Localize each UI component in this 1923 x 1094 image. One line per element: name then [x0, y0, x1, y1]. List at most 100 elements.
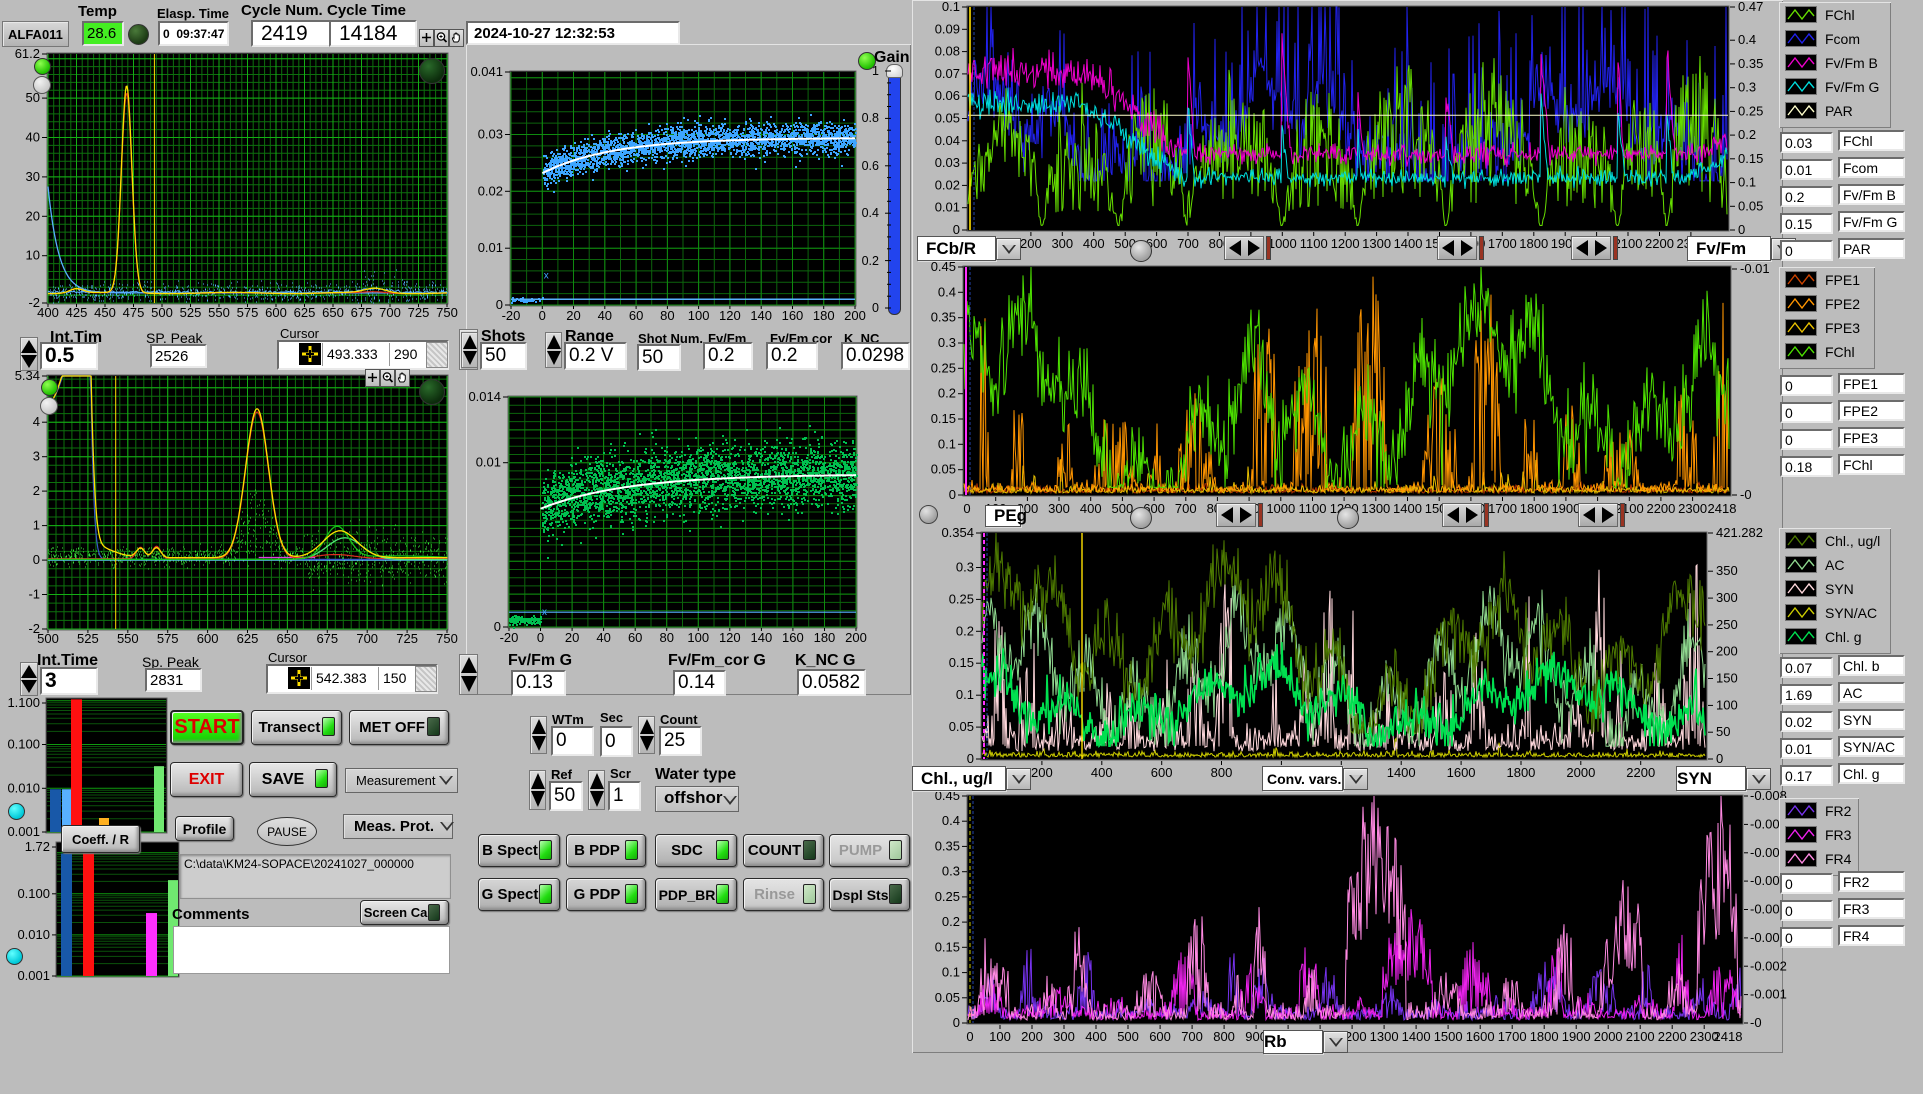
svg-text:0: 0	[953, 1015, 960, 1030]
svg-text:0.100: 0.100	[17, 886, 50, 901]
svg-text:200: 200	[1021, 1029, 1043, 1044]
svg-text:100: 100	[1716, 697, 1738, 712]
svg-text:675: 675	[316, 631, 338, 646]
svg-text:0.2: 0.2	[938, 386, 956, 401]
svg-text:0.05: 0.05	[931, 462, 956, 477]
svg-text:0.15: 0.15	[1738, 151, 1763, 166]
svg-text:0.3: 0.3	[956, 559, 974, 574]
svg-text:0.1: 0.1	[956, 687, 974, 702]
svg-text:300: 300	[1051, 236, 1073, 251]
svg-text:0: 0	[949, 487, 956, 502]
svg-text:0.05: 0.05	[935, 111, 960, 126]
svg-text:1600: 1600	[1447, 765, 1476, 780]
svg-text:0.06: 0.06	[935, 88, 960, 103]
svg-text:0: 0	[537, 630, 544, 645]
svg-text:400: 400	[37, 305, 59, 320]
svg-text:2200: 2200	[1658, 1029, 1687, 1044]
svg-text:725: 725	[408, 305, 430, 320]
svg-text:200: 200	[845, 630, 867, 645]
svg-text:675: 675	[351, 305, 373, 320]
svg-text:100: 100	[688, 308, 710, 323]
svg-text:550: 550	[208, 305, 230, 320]
svg-text:0.3: 0.3	[938, 335, 956, 350]
svg-text:3: 3	[33, 449, 40, 464]
svg-text:400: 400	[1091, 765, 1113, 780]
svg-text:1400: 1400	[1402, 1029, 1431, 1044]
svg-text:400: 400	[1085, 1029, 1107, 1044]
svg-text:475: 475	[123, 305, 145, 320]
svg-text:550: 550	[117, 631, 139, 646]
svg-text:0: 0	[33, 552, 40, 567]
svg-text:0.35: 0.35	[935, 838, 960, 853]
svg-text:0.01: 0.01	[478, 240, 503, 255]
svg-text:575: 575	[157, 631, 179, 646]
svg-text:0.45: 0.45	[931, 259, 956, 274]
svg-text:1100: 1100	[1300, 236, 1328, 251]
svg-text:160: 160	[782, 630, 804, 645]
svg-text:600: 600	[265, 305, 287, 320]
svg-text:0.25: 0.25	[931, 360, 956, 375]
svg-text:2418: 2418	[1714, 1029, 1743, 1044]
svg-text:1400: 1400	[1393, 501, 1422, 516]
svg-text:0.2: 0.2	[1738, 127, 1756, 142]
svg-text:20: 20	[26, 208, 40, 223]
svg-text:0.07: 0.07	[935, 66, 960, 81]
svg-text:0.01: 0.01	[476, 455, 501, 470]
svg-text:625: 625	[237, 631, 259, 646]
svg-text:0: 0	[963, 501, 970, 516]
svg-text:1800: 1800	[1519, 236, 1548, 251]
svg-text:0.4: 0.4	[938, 284, 956, 299]
svg-text:600: 600	[1151, 765, 1173, 780]
svg-text:0.05: 0.05	[1738, 198, 1763, 213]
svg-text:40: 40	[596, 630, 610, 645]
svg-text:300: 300	[1048, 501, 1070, 516]
svg-text:-0: -0	[1750, 1015, 1762, 1030]
svg-text:0.1: 0.1	[938, 436, 956, 451]
svg-text:525: 525	[77, 631, 99, 646]
svg-text:500: 500	[151, 305, 173, 320]
svg-text:0.47: 0.47	[1738, 0, 1763, 14]
svg-text:4: 4	[33, 414, 40, 429]
svg-text:0.03: 0.03	[478, 127, 503, 142]
svg-text:100: 100	[687, 630, 709, 645]
svg-text:300: 300	[1716, 590, 1738, 605]
svg-text:350: 350	[1716, 563, 1738, 578]
svg-text:1900: 1900	[1551, 501, 1580, 516]
svg-text:0: 0	[966, 1029, 973, 1044]
svg-text:0.354: 0.354	[941, 525, 974, 540]
svg-text:0.35: 0.35	[931, 310, 956, 325]
svg-text:1000: 1000	[1266, 501, 1295, 516]
svg-text:700: 700	[1177, 236, 1199, 251]
svg-text:0.15: 0.15	[949, 655, 974, 670]
svg-text:180: 180	[814, 630, 836, 645]
svg-text:1: 1	[33, 518, 40, 533]
svg-text:150: 150	[1716, 671, 1738, 686]
svg-text:700: 700	[356, 631, 378, 646]
svg-text:61.2: 61.2	[15, 46, 40, 61]
svg-text:0: 0	[539, 308, 546, 323]
svg-text:0.15: 0.15	[935, 939, 960, 954]
svg-text:0.25: 0.25	[949, 591, 974, 606]
svg-text:0.08: 0.08	[935, 44, 960, 59]
svg-text:2300: 2300	[1678, 501, 1707, 516]
svg-text:120: 120	[719, 630, 741, 645]
svg-text:-0: -0	[1740, 487, 1752, 502]
svg-text:0.02: 0.02	[478, 183, 503, 198]
svg-text:0.04: 0.04	[935, 133, 960, 148]
svg-text:0.25: 0.25	[935, 889, 960, 904]
svg-text:400: 400	[1080, 501, 1102, 516]
svg-text:1300: 1300	[1370, 1029, 1399, 1044]
svg-text:700: 700	[1181, 1029, 1203, 1044]
svg-text:600: 600	[1149, 1029, 1171, 1044]
svg-text:200: 200	[1031, 765, 1053, 780]
svg-text:0: 0	[953, 222, 960, 237]
svg-text:0.2: 0.2	[956, 623, 974, 638]
svg-text:60: 60	[629, 308, 643, 323]
svg-text:1300: 1300	[1361, 501, 1390, 516]
svg-text:1400: 1400	[1394, 236, 1423, 251]
svg-text:1800: 1800	[1506, 765, 1535, 780]
svg-text:0.02: 0.02	[935, 177, 960, 192]
svg-text:700: 700	[379, 305, 401, 320]
svg-text:2200: 2200	[1645, 236, 1674, 251]
svg-text:50: 50	[1716, 724, 1730, 739]
